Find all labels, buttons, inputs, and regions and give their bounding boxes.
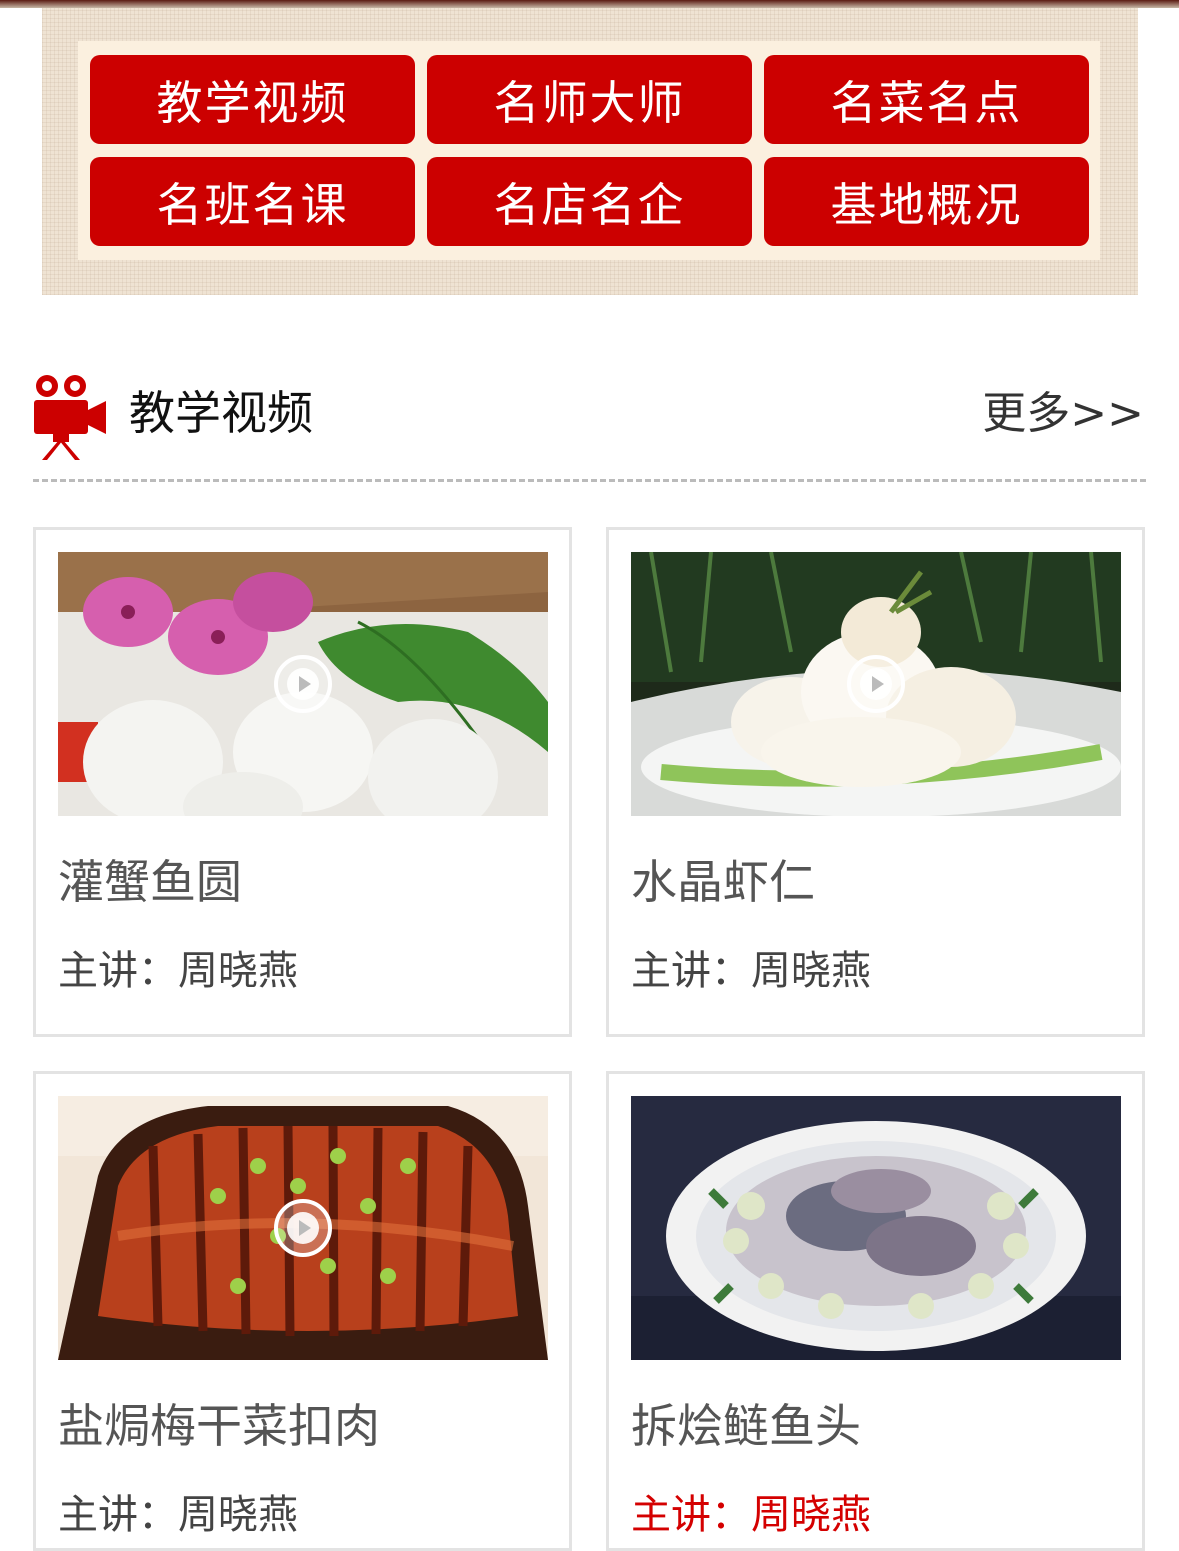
section-divider — [33, 479, 1146, 482]
nav-button-base-overview[interactable]: 基地概况 — [764, 157, 1089, 246]
video-card[interactable]: 灌蟹鱼圆 主讲：周晓燕 — [33, 527, 572, 1037]
video-thumbnail — [631, 1096, 1121, 1360]
lecturer-label: 主讲： — [58, 948, 178, 994]
nav-button-famous-classes[interactable]: 名班名课 — [90, 157, 415, 246]
nav-button-famous-dishes[interactable]: 名菜名点 — [764, 55, 1089, 144]
video-lecturer: 主讲：周晓燕 — [58, 946, 298, 996]
more-link[interactable]: 更多>> — [982, 385, 1144, 443]
video-title: 盐焗梅干菜扣肉 — [58, 1399, 380, 1453]
lecturer-name: 周晓燕 — [178, 948, 298, 994]
video-card[interactable]: 水晶虾仁 主讲：周晓燕 — [606, 527, 1145, 1037]
video-card[interactable]: 盐焗梅干菜扣肉 主讲：周晓燕 — [33, 1071, 572, 1551]
lecturer-name: 周晓燕 — [751, 948, 871, 994]
nav-button-masters[interactable]: 名师大师 — [427, 55, 752, 144]
category-nav-grid: 教学视频 名师大师 名菜名点 名班名课 名店名企 基地概况 — [78, 41, 1100, 260]
video-thumbnail — [58, 552, 548, 816]
lecturer-label: 主讲： — [631, 948, 751, 994]
nav-button-famous-stores[interactable]: 名店名企 — [427, 157, 752, 246]
section-title: 教学视频 — [129, 386, 313, 440]
video-title: 拆烩鲢鱼头 — [631, 1399, 861, 1453]
section-header: 教学视频 更多>> — [33, 365, 1146, 465]
video-thumbnail — [58, 1096, 548, 1360]
video-title: 水晶虾仁 — [631, 855, 815, 909]
lecturer-label: 主讲： — [631, 1492, 751, 1538]
video-title: 灌蟹鱼圆 — [58, 855, 242, 909]
movie-camera-icon — [34, 375, 106, 460]
video-lecturer: 主讲：周晓燕 — [631, 1490, 871, 1540]
video-card[interactable]: 拆烩鲢鱼头 主讲：周晓燕 — [606, 1071, 1145, 1551]
nav-button-teaching-video[interactable]: 教学视频 — [90, 55, 415, 144]
video-thumbnail — [631, 552, 1121, 816]
lecturer-label: 主讲： — [58, 1492, 178, 1538]
play-icon[interactable] — [272, 1197, 334, 1259]
lecturer-name: 周晓燕 — [751, 1492, 871, 1538]
lecturer-name: 周晓燕 — [178, 1492, 298, 1538]
category-nav-panel: 教学视频 名师大师 名菜名点 名班名课 名店名企 基地概况 — [42, 8, 1138, 295]
play-icon[interactable] — [272, 653, 334, 715]
video-lecturer: 主讲：周晓燕 — [58, 1490, 298, 1540]
play-icon[interactable] — [845, 653, 907, 715]
top-strip — [0, 0, 1179, 8]
video-lecturer: 主讲：周晓燕 — [631, 946, 871, 996]
